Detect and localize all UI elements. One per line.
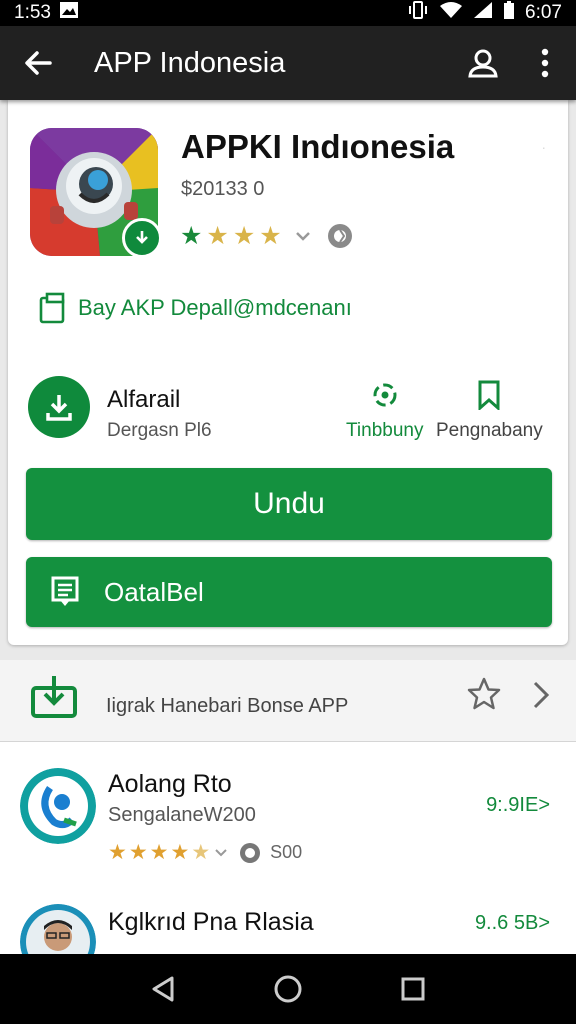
star-icon: ★: [128, 841, 148, 864]
content-rating-icon: [327, 224, 352, 248]
target-icon: [373, 383, 397, 407]
download-box-icon: [30, 674, 78, 725]
list-item[interactable]: Kglkrıd Pna Rlasia 9..6 5Β>: [0, 902, 576, 954]
install-subtitle: Dergasn Pl6: [107, 420, 212, 441]
back-button[interactable]: [0, 26, 76, 100]
bookmark-icon: [478, 380, 500, 410]
list-item[interactable]: Aolang Rto SengalaneW200 ★ ★ ★ ★ ★ S00 9…: [0, 764, 576, 884]
status-clock: 6:07: [525, 2, 562, 23]
status-bar: 1:53 6:07: [0, 0, 576, 26]
image-notification-icon: [59, 1, 79, 25]
star-icon: ★: [149, 841, 169, 864]
system-navigation-bar: [0, 954, 576, 1024]
action-button-2[interactable]: Pengnabany: [436, 380, 543, 442]
list-item-title: Kglkrıd Pna Rlasia: [108, 908, 314, 936]
install-title: Alfarail: [107, 386, 181, 413]
app-rating[interactable]: ★ ★ ★ ★: [180, 222, 354, 250]
star-outline-icon[interactable]: [466, 676, 502, 717]
list-app-icon: [20, 768, 96, 844]
overflow-menu-button[interactable]: [514, 26, 576, 100]
person-icon: [468, 49, 498, 78]
star-icon: ★: [259, 221, 282, 250]
install-info-row: Alfarail Dergasn Pl6 Tinbbuny Pengnabany: [26, 372, 556, 452]
list-item-meta: S00: [270, 842, 303, 862]
action-2-label: Pengnabany: [436, 420, 543, 441]
download-done-icon: [136, 231, 148, 244]
app-list: Aolang Rto SengalaneW200 ★ ★ ★ ★ ★ S00 9…: [0, 742, 576, 954]
app-name: APPKI Indıonesia: [181, 128, 455, 165]
list-item-rating: ★ ★ ★ ★ ★ S00: [108, 840, 302, 865]
install-button[interactable]: Undu: [26, 468, 552, 540]
star-half-icon: ★: [191, 841, 211, 864]
wifi-icon: [439, 1, 463, 25]
circle-home-icon: [274, 975, 302, 1003]
triangle-back-icon: [152, 976, 174, 1002]
list-item-title: Aolang Rto: [108, 770, 232, 798]
chevron-down-icon: [215, 848, 227, 856]
download-status-icon: [28, 376, 90, 438]
chevron-down-icon: [295, 232, 310, 241]
similar-apps-section-header[interactable]: Iigrak Hanebari Bonse APP: [0, 660, 576, 742]
nav-recents-button[interactable]: [383, 959, 443, 1019]
clipboard-icon: [39, 292, 65, 324]
list-item-subtitle: SengalaneW200: [108, 804, 256, 826]
star-icon: ★: [232, 221, 256, 250]
star-icon: ★: [170, 841, 190, 864]
nav-back-button[interactable]: [133, 959, 193, 1019]
status-time: 1:53: [14, 2, 51, 23]
buy-link-label: Bay AKP Depall@mdcenanı: [78, 295, 352, 320]
faint-mark: ⋅: [541, 140, 546, 156]
installed-badge: [122, 218, 162, 258]
secondary-button-label: OatalBel: [104, 576, 204, 607]
action-1-label: Tinbbuny: [346, 420, 424, 441]
battery-icon: [503, 1, 515, 25]
arrow-left-icon: [25, 51, 52, 75]
nav-home-button[interactable]: [258, 959, 318, 1019]
star-icon: ★: [108, 841, 127, 864]
account-button[interactable]: [452, 26, 514, 100]
app-toolbar: APP Indonesia: [0, 26, 576, 100]
list-item-price[interactable]: 9..6 5Β>: [475, 912, 550, 935]
buy-link[interactable]: Bay AKP Depall@mdcenanı: [38, 292, 352, 324]
action-button-1[interactable]: Tinbbuny: [346, 380, 423, 442]
star-icon: ★: [180, 221, 203, 250]
content-rating-icon: [240, 842, 261, 863]
chevron-right-icon[interactable]: [530, 680, 552, 715]
vibrate-icon: [407, 1, 429, 25]
toolbar-title: APP Indonesia: [94, 46, 286, 79]
document-icon: [51, 576, 79, 606]
more-vert-icon: [541, 48, 549, 78]
star-icon: ★: [206, 221, 229, 250]
list-item-price[interactable]: 9:.9ΙΕ>: [486, 794, 550, 817]
app-developer: $20133 0: [181, 178, 265, 200]
secondary-action-button[interactable]: OatalBel: [26, 557, 552, 627]
app-detail-card: APPKI Indıonesia $20133 0 ★ ★ ★ ★ ⋅ Bay …: [8, 100, 568, 645]
square-recents-icon: [401, 977, 425, 1001]
cell-signal-icon: [473, 1, 493, 25]
section-label: Iigrak Hanebari Bonse APP: [106, 695, 349, 717]
list-app-avatar: [20, 904, 96, 954]
